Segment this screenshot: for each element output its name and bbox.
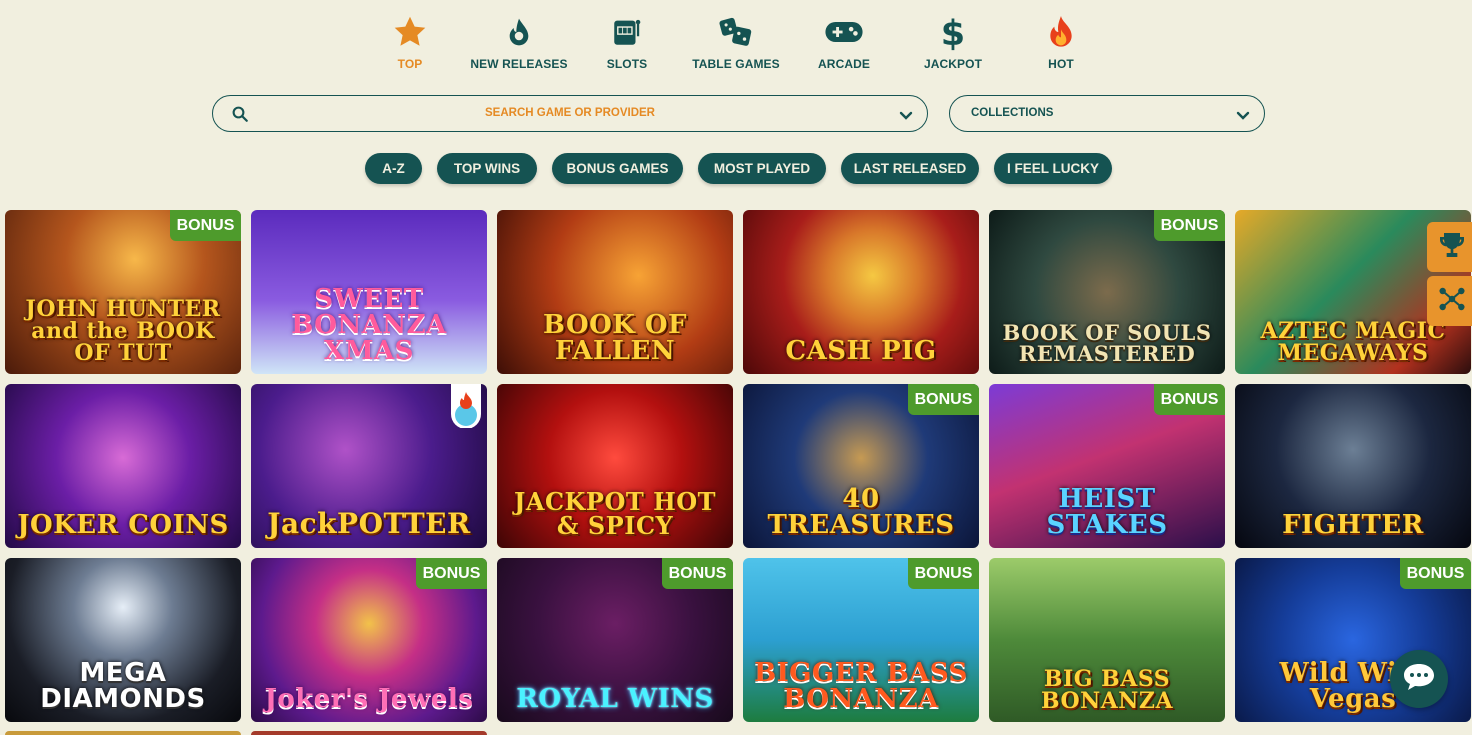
category-new-releases[interactable]: NEW RELEASES [464,10,574,71]
game-tile-big-bass-bonanza[interactable]: BIG BASS BONANZA [989,558,1225,722]
game-tile-cash-pig[interactable]: CASH PIG [743,210,979,374]
category-nav: TOP NEW RELEASES SLOTS TABLE GAMES ARCAD… [0,10,1472,80]
game-tile-sweet-bonanza-xmas[interactable]: SWEET BONANZA XMAS [251,210,487,374]
star-icon [355,10,465,54]
category-hot[interactable]: HOT [1006,10,1116,71]
bonus-badge: BONUS [170,210,241,241]
dollar-icon: $ [898,10,1008,54]
game-tile-partial [251,731,487,735]
filter-most-played[interactable]: MOST PLAYED [698,153,826,184]
trophy-icon [1436,229,1468,266]
flame-icon [1006,10,1116,54]
game-tile-partial [5,731,241,735]
bonus-badge: BONUS [1154,210,1225,241]
search-placeholder: SEARCH GAME OR PROVIDER [485,107,655,119]
game-tile-book-of-fallen[interactable]: BOOK OF FALLEN [497,210,733,374]
bonus-badge: BONUS [908,558,979,589]
hot-badge [451,384,481,429]
collections-label: COLLECTIONS [971,107,1054,119]
collections-dropdown[interactable]: COLLECTIONS [949,95,1265,132]
filter-bonus-games[interactable]: BONUS GAMES [552,153,683,184]
slot-machine-icon [572,10,682,54]
leaderboard-button[interactable] [1427,222,1472,272]
dice-icon [681,10,791,54]
chevron-down-icon [1236,108,1250,126]
game-tile-jokers-jewels[interactable]: Joker's Jewels BONUS [251,558,487,722]
game-tile-book-of-souls-remastered[interactable]: BOOK OF SOULS REMASTERED BONUS [989,210,1225,374]
chevron-down-icon[interactable] [899,108,913,126]
game-tile-jackpot-hot-spicy[interactable]: JACKPOT HOT & SPICY [497,384,733,548]
bonus-badge: BONUS [662,558,733,589]
network-button[interactable] [1427,276,1472,326]
bonus-badge: BONUS [416,558,487,589]
game-tile-bigger-bass-bonanza[interactable]: BIGGER BASS BONANZA BONUS [743,558,979,722]
network-icon [1436,283,1468,320]
bonus-badge: BONUS [1400,558,1471,589]
filter-i-feel-lucky[interactable]: I FEEL LUCKY [994,153,1112,184]
game-tile-heist-stakes[interactable]: HEIST STAKES BONUS [989,384,1225,548]
filter-last-released[interactable]: LAST RELEASED [841,153,979,184]
game-tile-john-hunter-book-of-tut[interactable]: JOHN HUNTER and the BOOK OF TUT BONUS [5,210,241,374]
svg-text:$: $ [941,13,965,51]
game-tile-royal-wins[interactable]: ROYAL WINS BONUS [497,558,733,722]
filter-top-wins[interactable]: TOP WINS [437,153,537,184]
gamepad-icon [789,10,899,54]
bonus-badge: BONUS [1154,384,1225,415]
category-jackpot[interactable]: $ JACKPOT [898,10,1008,71]
filter-a-z[interactable]: A-Z [365,153,422,184]
game-tile-fighter[interactable]: FIGHTER [1235,384,1471,548]
game-tile-40-treasures[interactable]: 40 TREASURES BONUS [743,384,979,548]
category-top[interactable]: TOP [355,10,465,71]
search-input[interactable]: SEARCH GAME OR PROVIDER [212,95,928,132]
bonus-badge: BONUS [908,384,979,415]
game-tile-mega-diamonds[interactable]: MEGA DIAMONDS [5,558,241,722]
chat-button[interactable] [1390,650,1448,708]
category-slots[interactable]: SLOTS [572,10,682,71]
category-arcade[interactable]: ARCADE [789,10,899,71]
game-tile-joker-coins[interactable]: JOKER COINS [5,384,241,548]
drop-icon [464,10,574,54]
game-tile-jackpotter[interactable]: JackPOTTER [251,384,487,548]
category-table-games[interactable]: TABLE GAMES [681,10,791,71]
chat-bubble-icon [1401,661,1437,698]
